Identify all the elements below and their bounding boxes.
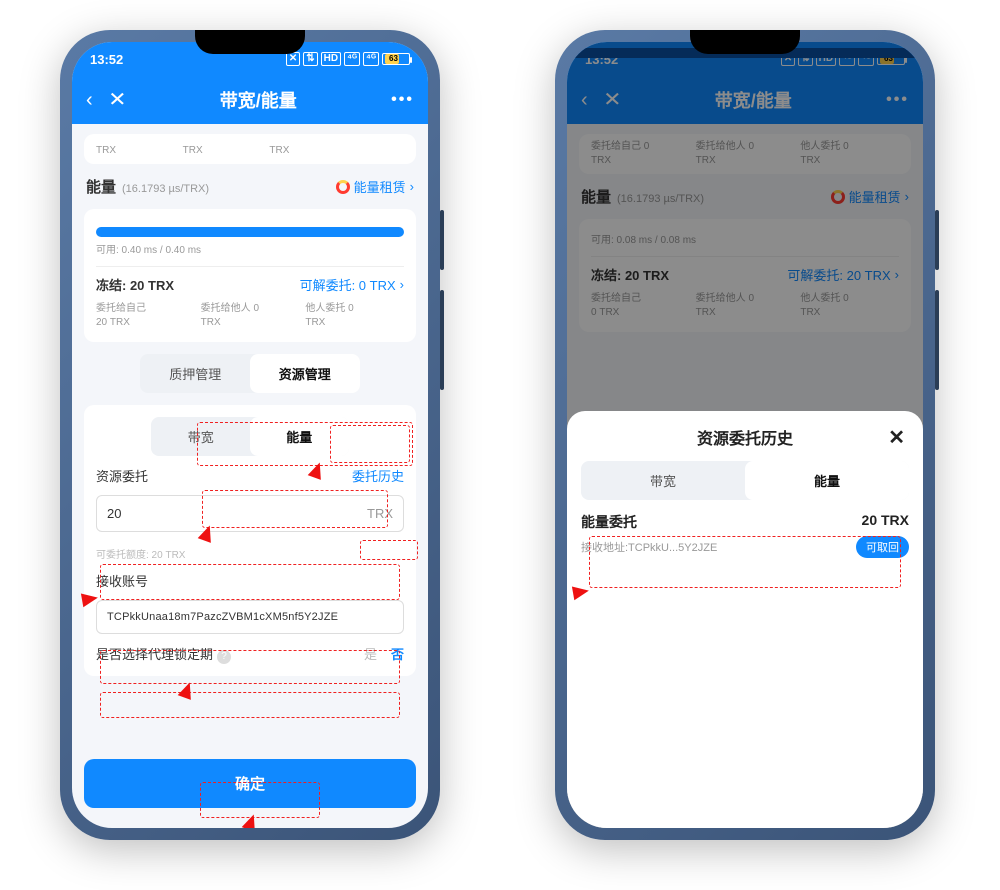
address-input[interactable]: TCPkkUnaa18m7PazcZVBM1cXM5nf5Y2JZE xyxy=(96,600,404,634)
page-title: 带宽/能量 xyxy=(220,87,297,113)
screen-left: 13:52 ✕ ⇅ HD ⁴ᴳ ⁴ᴳ 63 ‹ ✕ 带宽/能量 ••• TRX xyxy=(72,42,428,828)
tabs-inner: 带宽 能量 xyxy=(151,417,348,456)
form-card: 带宽 能量 资源委托 委托历史 20 TRX 可委托额度: 20 TRX 接收账… xyxy=(84,405,416,676)
ring-icon xyxy=(336,180,350,194)
sheet-tab-en[interactable]: 能量 xyxy=(745,461,909,500)
signal-icon-1: ⁴ᴳ xyxy=(344,52,360,66)
status-time: 13:52 xyxy=(90,52,123,67)
rent-link[interactable]: 能量租赁 › xyxy=(336,177,414,196)
tab-resource[interactable]: 资源管理 xyxy=(250,354,360,393)
history-item-amount: 20 TRX xyxy=(862,512,909,532)
phone-left: 13:52 ✕ ⇅ HD ⁴ᴳ ⁴ᴳ 63 ‹ ✕ 带宽/能量 ••• TRX xyxy=(60,30,440,840)
recv-label: 接收账号 xyxy=(96,571,404,590)
signal-icon-2: ⁴ᴳ xyxy=(363,52,379,66)
notch xyxy=(690,30,800,54)
energy-header: 能量 (16.1793 µs/TRX) 能量租赁 › xyxy=(84,176,416,197)
top-residual: TRX TRX TRX xyxy=(84,134,416,164)
quota-hint: 可委托额度: 20 TRX xyxy=(96,546,404,561)
history-item: 能量委托 20 TRX 接收地址:TCPkkU...5Y2JZE 可取回 xyxy=(581,512,909,558)
yes-no: 是 否 xyxy=(364,644,404,663)
col-self: 委托给自己20 TRX xyxy=(96,302,195,330)
tab-energy[interactable]: 能量 xyxy=(250,417,349,456)
residual-label: TRX TRX TRX xyxy=(96,145,289,156)
frozen-row: 冻结: 20 TRX 可解委托: 0 TRX › xyxy=(96,266,404,294)
status-icons: ✕ ⇅ HD ⁴ᴳ ⁴ᴳ 63 xyxy=(286,52,410,66)
sheet-title: 资源委托历史 xyxy=(697,425,793,449)
more-icon[interactable]: ••• xyxy=(391,91,414,109)
notch xyxy=(195,30,305,54)
lock-label: 是否选择代理锁定期 xyxy=(96,647,213,662)
energy-card: 可用: 0.40 ms / 0.40 ms 冻结: 20 TRX 可解委托: 0… xyxy=(84,209,416,342)
vibrate-icon: ⇅ xyxy=(303,52,317,66)
screen-right: 13:52 ✕ ⇅ HD ⁴ᴳ ⁴ᴳ 63 ‹ ✕ 带宽/能量 ••• 委托给自… xyxy=(567,42,923,828)
delegate-cols: 委托给自己20 TRX 委托给他人 0TRX 他人委托 0TRX xyxy=(96,302,404,330)
amount-unit: TRX xyxy=(367,506,393,521)
sheet-close-icon[interactable]: ✕ xyxy=(888,425,905,450)
tab-stake[interactable]: 质押管理 xyxy=(140,354,250,393)
delegate-row: 资源委托 委托历史 xyxy=(96,466,404,485)
back-icon[interactable]: ‹ xyxy=(86,90,93,110)
energy-rate: (16.1793 µs/TRX) xyxy=(122,183,209,195)
content-left: TRX TRX TRX 能量 (16.1793 µs/TRX) 能量租赁 › 可用… xyxy=(72,124,428,741)
hd-icon: HD xyxy=(321,52,341,66)
col-others: 委托给他人 0TRX xyxy=(201,302,300,330)
usable-label: 可用: 0.40 ms / 0.40 ms xyxy=(96,241,404,256)
navbar: ‹ ✕ 带宽/能量 ••• xyxy=(72,76,428,124)
cancel-pill[interactable]: 可取回 xyxy=(856,536,909,558)
phone-right: 13:52 ✕ ⇅ HD ⁴ᴳ ⁴ᴳ 63 ‹ ✕ 带宽/能量 ••• 委托给自… xyxy=(555,30,935,840)
lock-row: 是否选择代理锁定期? 是 否 xyxy=(96,644,404,664)
history-item-recv: 接收地址:TCPkkU...5Y2JZE 可取回 xyxy=(581,536,909,558)
amount-value: 20 xyxy=(107,506,121,521)
history-sheet: 资源委托历史 ✕ 带宽 能量 能量委托 20 TRX 接收地址:TCPkkU..… xyxy=(567,411,923,828)
mute-icon: ✕ xyxy=(286,52,300,66)
tabs-outer: 质押管理 资源管理 xyxy=(140,354,359,393)
opt-yes[interactable]: 是 xyxy=(364,644,377,663)
energy-title: 能量 xyxy=(86,179,116,196)
sheet-tab-bw[interactable]: 带宽 xyxy=(581,461,745,500)
history-item-addr: 接收地址:TCPkkU...5Y2JZE xyxy=(581,539,717,555)
close-icon[interactable]: ✕ xyxy=(108,90,126,110)
history-link[interactable]: 委托历史 xyxy=(352,466,404,485)
tab-bandwidth[interactable]: 带宽 xyxy=(151,417,250,456)
confirm-button[interactable]: 确定 xyxy=(84,759,416,808)
amount-input[interactable]: 20 TRX xyxy=(96,495,404,532)
help-icon[interactable]: ? xyxy=(217,650,231,664)
sheet-header: 资源委托历史 ✕ xyxy=(581,425,909,449)
frozen-label: 冻结: 20 TRX xyxy=(96,275,174,294)
col-from-others: 他人委托 0TRX xyxy=(305,302,404,330)
delegate-label: 资源委托 xyxy=(96,466,148,485)
undelegate-link[interactable]: 可解委托: 0 TRX › xyxy=(300,275,404,294)
history-item-title: 能量委托 xyxy=(581,512,637,532)
energy-bar xyxy=(96,227,404,237)
battery-icon: 63 xyxy=(382,53,410,65)
history-item-head: 能量委托 20 TRX xyxy=(581,512,909,532)
sheet-tabs: 带宽 能量 xyxy=(581,461,909,500)
opt-no[interactable]: 否 xyxy=(391,644,404,663)
